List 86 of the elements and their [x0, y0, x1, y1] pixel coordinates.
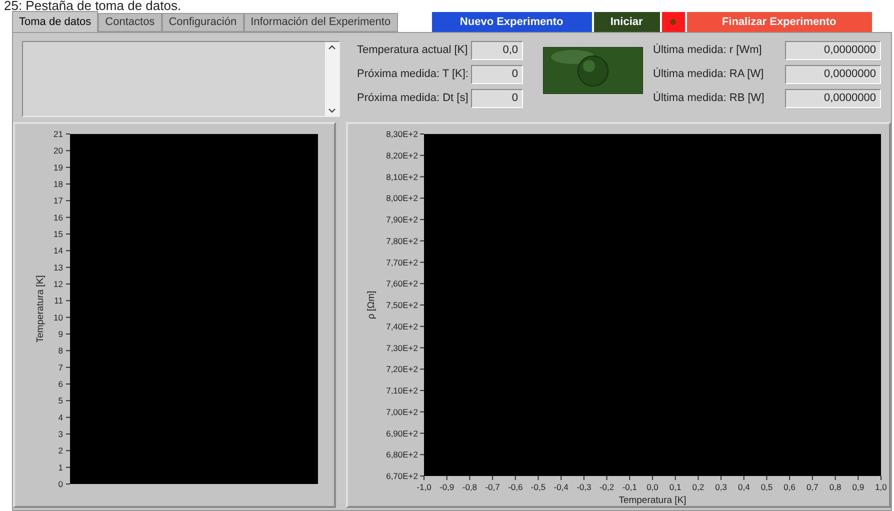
x-tick-label: 0,4	[738, 482, 750, 492]
y-tick-label: 6,80E+2	[386, 450, 418, 460]
y-tick-label: 8,20E+2	[386, 150, 418, 160]
y-tick-label: 21	[54, 129, 63, 139]
action-button[interactable]: Finalizar Experimento	[686, 12, 872, 32]
x-tick-label: 0,2	[692, 482, 704, 492]
y-tick-label: 4	[58, 412, 63, 422]
led-button[interactable]	[662, 12, 685, 32]
x-tick-label: -0,4	[554, 482, 568, 492]
y-tick-label: 7	[58, 362, 63, 372]
x-tick-label: -0,9	[440, 482, 454, 492]
y-tick-label: 7,50E+2	[386, 300, 418, 310]
y-tick-label: 16	[54, 212, 63, 222]
field-label: Próxima medida: T [K]:	[357, 66, 467, 82]
y-tick-label: 5	[58, 396, 63, 406]
figure-caption: 25: Pestaña de toma de datos.	[4, 0, 182, 12]
y-tick-label: 8,30E+2	[386, 129, 418, 139]
x-tick-label: -0,6	[508, 482, 523, 492]
y-tick-label: 12	[54, 279, 63, 289]
x-tick-label: -1,0	[416, 482, 432, 492]
y-tick-label: 8	[58, 346, 63, 356]
y-tick-label: 7,60E+2	[386, 278, 418, 289]
x-tick-label: 0,5	[760, 482, 773, 492]
y-tick-label: 18	[54, 179, 63, 189]
x-tick-label: -0,1	[622, 482, 637, 492]
numeric-field[interactable]: 0	[471, 64, 523, 84]
field-label: Última medida: RB [W]	[653, 90, 766, 106]
x-tick-label: 0,3	[715, 482, 727, 492]
x-tick-label: 0,6	[784, 482, 796, 492]
y-tick-label: 15	[54, 229, 63, 239]
y-tick-label: 17	[54, 196, 63, 206]
x-tick-label: 0,0	[646, 482, 658, 492]
y-axis-title: Temperatura [K]	[35, 275, 46, 343]
action-button[interactable]: Nuevo Experimento	[432, 12, 592, 32]
y-tick-label: 6,90E+2	[386, 428, 418, 438]
y-tick-label: 10	[54, 312, 63, 322]
y-tick-label: 7,20E+2	[386, 364, 418, 374]
y-tick-label: 7,00E+2	[386, 406, 418, 417]
field-label: Próxima medida: Dt [s]	[357, 90, 467, 106]
y-tick-label: 13	[54, 262, 63, 272]
y-tick-label: 9	[58, 329, 63, 339]
x-tick-label: 0,8	[829, 482, 842, 492]
field-label: Temperatura actual [K]	[357, 42, 467, 58]
y-tick-label: 7,80E+2	[386, 236, 418, 246]
y-tick-label: 20	[54, 146, 63, 156]
y-tick-label: 7,90E+2	[386, 214, 418, 224]
y-tick-label: 6	[58, 379, 63, 389]
tab[interactable]: Contactos	[98, 13, 162, 32]
x-tick-label: -0,8	[462, 482, 478, 492]
numeric-field[interactable]: 0,0000000	[785, 88, 881, 108]
tab[interactable]: Información del Experimento	[244, 13, 398, 32]
y-tick-label: 19	[54, 162, 63, 172]
x-tick-label: 0,9	[852, 482, 864, 492]
x-tick-label: 0,1	[669, 482, 682, 492]
y-tick-label: 0	[58, 479, 63, 489]
x-tick-label: 0,7	[806, 482, 818, 492]
scroll-down-icon[interactable]	[328, 108, 336, 114]
x-tick-label: 1,0	[875, 482, 887, 492]
y-tick-label: 6,70E+2	[386, 471, 418, 481]
y-tick-label: 11	[54, 296, 63, 306]
y-axis-title: ρ [Ωm]	[366, 290, 377, 320]
action-button[interactable]: Iniciar	[594, 12, 660, 32]
y-tick-label: 7,30E+2	[386, 342, 418, 353]
x-tick-label: -0,2	[599, 482, 614, 492]
y-tick-label: 7,40E+2	[386, 321, 418, 332]
y-tick-label: 1	[58, 462, 63, 472]
numeric-field[interactable]: 0,0	[471, 40, 523, 60]
y-tick-label: 3	[58, 429, 63, 439]
numeric-field[interactable]: 0,0000000	[785, 40, 881, 60]
numeric-field[interactable]: 0,0000000	[785, 64, 881, 84]
tab[interactable]: Toma de datos	[12, 11, 98, 32]
x-tick-label: -0,5	[530, 482, 546, 492]
field-label: Última medida: RA [W]	[653, 66, 765, 82]
y-tick-label: 8,00E+2	[386, 193, 418, 204]
field-label: Última medida: r [Wm]	[653, 42, 763, 58]
x-axis-title: Temperatura [K]	[618, 495, 686, 506]
x-tick-label: -0,7	[485, 482, 500, 492]
y-tick-label: 8,10E+2	[386, 172, 418, 182]
y-tick-label: 7,70E+2	[386, 257, 418, 268]
x-tick-label: -0,3	[576, 482, 592, 492]
y-tick-label: 2	[58, 446, 63, 456]
tab[interactable]: Configuración	[162, 13, 244, 32]
y-tick-label: 7,10E+2	[386, 386, 418, 396]
y-tick-label: 14	[54, 246, 63, 256]
scroll-up-icon[interactable]	[328, 44, 336, 50]
numeric-field[interactable]: 0	[471, 88, 523, 108]
